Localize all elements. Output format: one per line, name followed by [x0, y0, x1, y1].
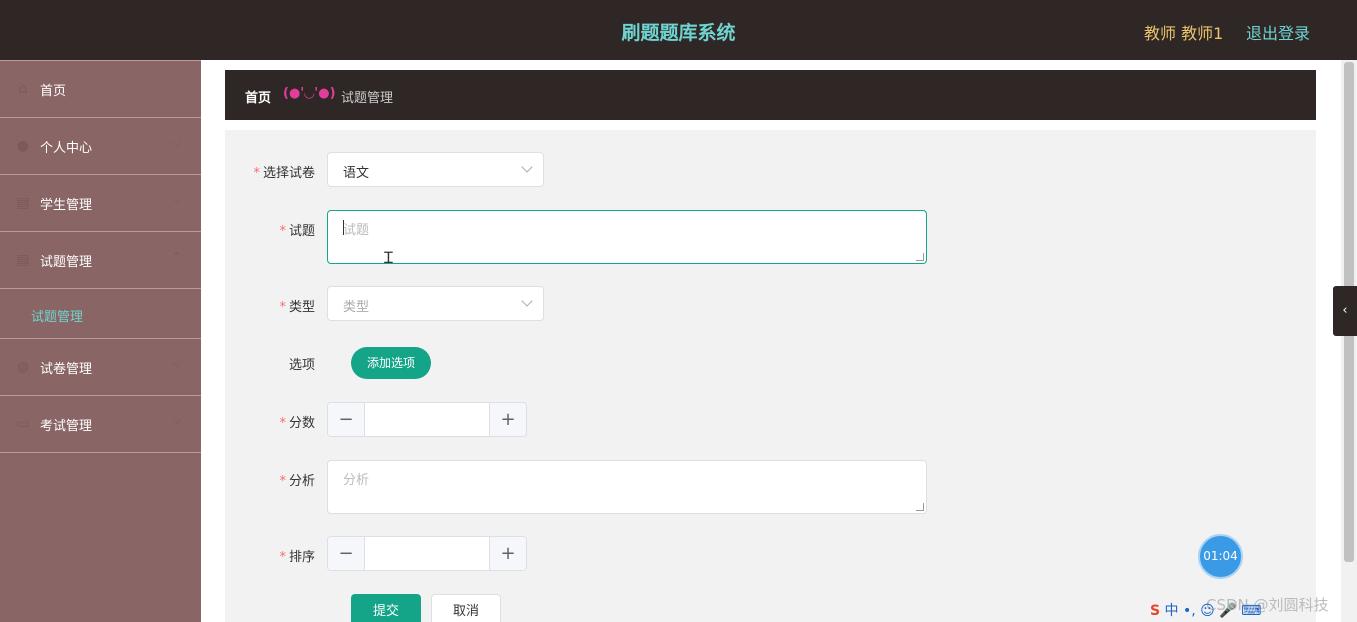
logout-link[interactable]: 退出登录 [1246, 20, 1310, 44]
analysis-placeholder: 分析 [343, 473, 370, 488]
sogou-logo-icon: S [1150, 603, 1161, 619]
sidebar-item-papers[interactable]: ◍ 试卷管理 ⌵ [0, 339, 201, 396]
submenu-item-questions[interactable]: 试题管理 [0, 289, 201, 339]
sidebar-item-personal[interactable]: ● 个人中心 ⌵ [0, 118, 201, 175]
question-textarea[interactable]: 试题 [327, 210, 927, 264]
add-option-button[interactable]: 添加选项 [351, 347, 431, 379]
order-stepper[interactable]: − + [327, 536, 527, 571]
user-info: 教师 教师1 [1144, 24, 1224, 43]
chevron-down-icon: ⌵ [172, 136, 181, 149]
chat-icon: ▭ [16, 416, 30, 432]
type-select[interactable]: 类型 [327, 286, 544, 321]
chevron-down-icon: ⌵ [172, 193, 181, 206]
ime-toolbar[interactable]: S 中 •, ☺ 🎤 ⌨ [1150, 600, 1261, 620]
chevron-left-icon[interactable]: ‹ [1333, 286, 1357, 336]
type-select-placeholder: 类型 [343, 300, 370, 315]
top-bar: 刷题题库系统 教师 教师1 退出登录 [0, 0, 1357, 60]
minus-icon[interactable]: − [328, 403, 365, 436]
building-icon: ▤ [16, 195, 30, 211]
minus-icon[interactable]: − [328, 537, 365, 570]
order-input[interactable] [366, 537, 490, 570]
sidebar-item-home[interactable]: ⌂ 首页 [0, 61, 201, 118]
globe-icon: ◍ [16, 359, 30, 375]
user-icon: ● [16, 138, 30, 154]
options-label: 选项 [288, 358, 315, 373]
chevron-down-icon [521, 161, 533, 173]
cancel-button[interactable]: 取消 [431, 594, 501, 622]
breadcrumb-current: 试题管理 [341, 91, 394, 106]
building-icon: ▤ [16, 252, 30, 268]
plus-icon[interactable]: + [489, 537, 526, 570]
breadcrumb: 首页 (●'◡'●) 试题管理 [225, 70, 1316, 120]
sidebar: ⌂ 首页 ● 个人中心 ⌵ ▤ 学生管理 ⌵ ▤ 试题管理 ⌃ 试题管理 ◍ 试… [0, 60, 201, 622]
plus-icon[interactable]: + [489, 403, 526, 436]
sidebar-item-label: 学生管理 [40, 198, 93, 213]
chevron-down-icon: ⌵ [172, 414, 181, 427]
ime-status: 中 •, ☺ 🎤 ⌨ [1164, 603, 1262, 619]
sidebar-item-exams[interactable]: ▭ 考试管理 ⌵ [0, 396, 201, 453]
sidebar-item-students[interactable]: ▤ 学生管理 ⌵ [0, 175, 201, 232]
chevron-up-icon: ⌃ [171, 250, 181, 263]
submit-button[interactable]: 提交 [351, 594, 421, 622]
sidebar-item-questions[interactable]: ▤ 试题管理 ⌃ [0, 232, 201, 289]
breadcrumb-home[interactable]: 首页 [245, 87, 271, 106]
analysis-label: * 分析 [279, 474, 315, 489]
question-placeholder: 试题 [343, 223, 370, 238]
chevron-down-icon [521, 295, 533, 307]
paper-select-value: 语文 [343, 166, 370, 181]
sidebar-item-label: 首页 [40, 84, 67, 99]
breadcrumb-separator: (●'◡'●) [283, 86, 336, 101]
sidebar-item-label: 试卷管理 [40, 362, 93, 377]
text-caret [343, 220, 344, 235]
question-form: * 选择试卷 语文 * 试题 试题 * 类型 类型 选项 添加选项 * 分数 − + *… [225, 130, 1316, 622]
sidebar-item-label: 考试管理 [40, 419, 93, 434]
order-label: * 排序 [279, 550, 315, 565]
main-content: 首页 (●'◡'●) 试题管理 * 选择试卷 语文 * 试题 试题 * 类型 类型 选… [201, 60, 1341, 622]
analysis-textarea[interactable]: 分析 [327, 460, 927, 514]
score-label: * 分数 [279, 416, 315, 431]
resize-handle-icon[interactable] [916, 503, 924, 511]
home-icon: ⌂ [18, 81, 28, 97]
sidebar-item-label: 试题管理 [40, 255, 93, 270]
type-label: * 类型 [279, 300, 315, 315]
scrollbar[interactable] [1341, 60, 1357, 622]
timer-badge: 01:04 [1198, 534, 1243, 579]
sidebar-item-label: 个人中心 [40, 141, 93, 156]
paper-select[interactable]: 语文 [327, 152, 544, 187]
score-stepper[interactable]: − + [327, 402, 527, 437]
paper-label: * 选择试卷 [253, 166, 315, 181]
chevron-down-icon: ⌵ [172, 357, 181, 370]
resize-handle-icon[interactable] [916, 253, 924, 261]
question-label: * 试题 [279, 224, 315, 239]
score-input[interactable] [366, 403, 490, 436]
submenu-item-label: 试题管理 [31, 310, 84, 325]
